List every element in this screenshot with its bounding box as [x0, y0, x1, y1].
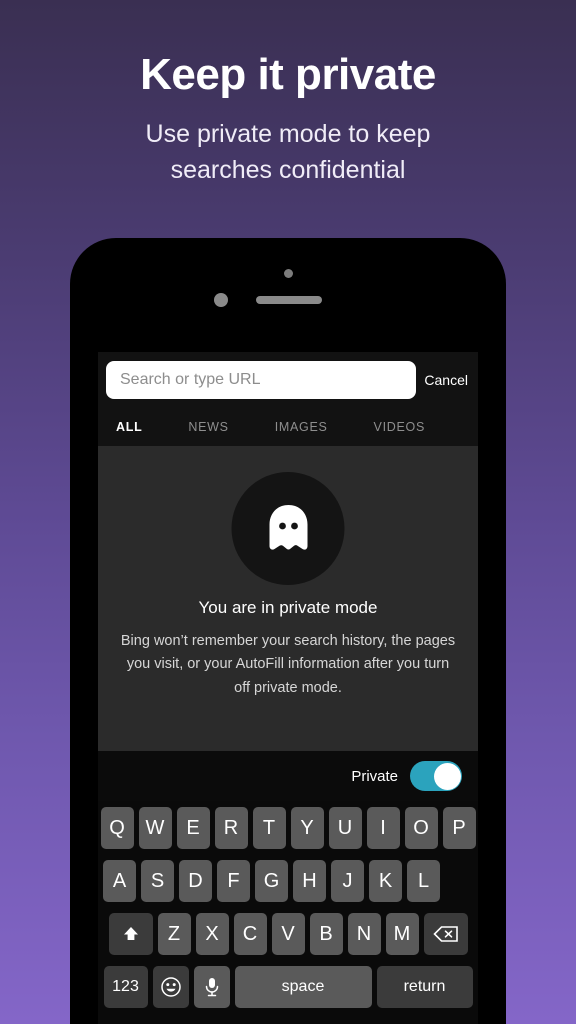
page-subtitle: Use private mode to keep searches confid… [145, 120, 431, 185]
private-mode-toggle[interactable] [410, 761, 462, 791]
shift-icon[interactable] [108, 913, 153, 955]
tab-all[interactable]: ALL [116, 420, 142, 434]
private-toggle-label: Private [351, 767, 398, 785]
search-tab-bar: ALL NEWS IMAGES VIDEOS [98, 408, 478, 446]
cancel-button[interactable]: Cancel [416, 372, 478, 388]
earpiece-speaker [256, 296, 322, 304]
key-o[interactable]: O [404, 807, 438, 849]
return-key[interactable]: return [376, 966, 473, 1008]
keyboard-row-4: 123 space return [101, 966, 475, 1008]
key-n[interactable]: N [347, 913, 381, 955]
key-a[interactable]: A [103, 860, 136, 902]
tab-images[interactable]: IMAGES [275, 420, 328, 434]
key-u[interactable]: U [328, 807, 362, 849]
key-j[interactable]: J [331, 860, 364, 902]
tab-videos[interactable]: VIDEOS [374, 420, 425, 434]
key-k[interactable]: K [369, 860, 402, 902]
toggle-knob [433, 762, 461, 790]
numbers-key[interactable]: 123 [103, 966, 148, 1008]
on-screen-keyboard: Q W E R T Y U I O P A S D F G H J K L Z … [98, 801, 478, 1024]
emoji-icon[interactable] [152, 966, 189, 1008]
phone-screen: Cancel ALL NEWS IMAGES VIDEOS You are in… [98, 352, 478, 1024]
key-l[interactable]: L [407, 860, 440, 902]
front-camera-icon [214, 293, 228, 307]
phone-mockup: Cancel ALL NEWS IMAGES VIDEOS You are in… [70, 238, 506, 1024]
ghost-icon [231, 472, 345, 585]
keyboard-row-2: A S D F G H J K L [101, 860, 475, 902]
private-mode-description: Bing won’t remember your search history,… [120, 633, 456, 696]
keyboard-row-1: Q W E R T Y U I O P [100, 807, 476, 849]
key-e[interactable]: E [176, 807, 210, 849]
key-v[interactable]: V [271, 913, 305, 955]
key-c[interactable]: C [233, 913, 267, 955]
private-toggle-row: Private [98, 751, 478, 801]
key-f[interactable]: F [217, 860, 250, 902]
search-input[interactable] [106, 361, 417, 399]
key-x[interactable]: X [195, 913, 229, 955]
private-mode-title: You are in private mode [198, 598, 378, 617]
page-title: Keep it private [140, 50, 436, 99]
key-r[interactable]: R [214, 807, 248, 849]
key-y[interactable]: Y [290, 807, 324, 849]
key-m[interactable]: M [385, 913, 419, 955]
microphone-icon[interactable] [193, 966, 230, 1008]
key-q[interactable]: Q [100, 807, 134, 849]
key-i[interactable]: I [366, 807, 400, 849]
space-key[interactable]: space [234, 966, 372, 1008]
sensor-dot-icon [284, 269, 293, 278]
keyboard-row-3: Z X C V B N M [101, 913, 475, 955]
key-p[interactable]: P [442, 807, 476, 849]
key-z[interactable]: Z [157, 913, 191, 955]
key-w[interactable]: W [138, 807, 172, 849]
key-t[interactable]: T [252, 807, 286, 849]
tab-news[interactable]: NEWS [188, 420, 228, 434]
private-mode-panel: You are in private mode Bing won’t remem… [98, 446, 478, 751]
phone-top-bezel [70, 238, 506, 352]
key-b[interactable]: B [309, 913, 343, 955]
key-d[interactable]: D [179, 860, 212, 902]
key-s[interactable]: S [141, 860, 174, 902]
key-h[interactable]: H [293, 860, 326, 902]
promo-header: Keep it private Use private mode to keep… [0, 0, 576, 189]
backspace-icon[interactable] [423, 913, 468, 955]
key-g[interactable]: G [255, 860, 288, 902]
browser-search-bar: Cancel [98, 352, 478, 408]
row2-spacer [443, 860, 476, 902]
